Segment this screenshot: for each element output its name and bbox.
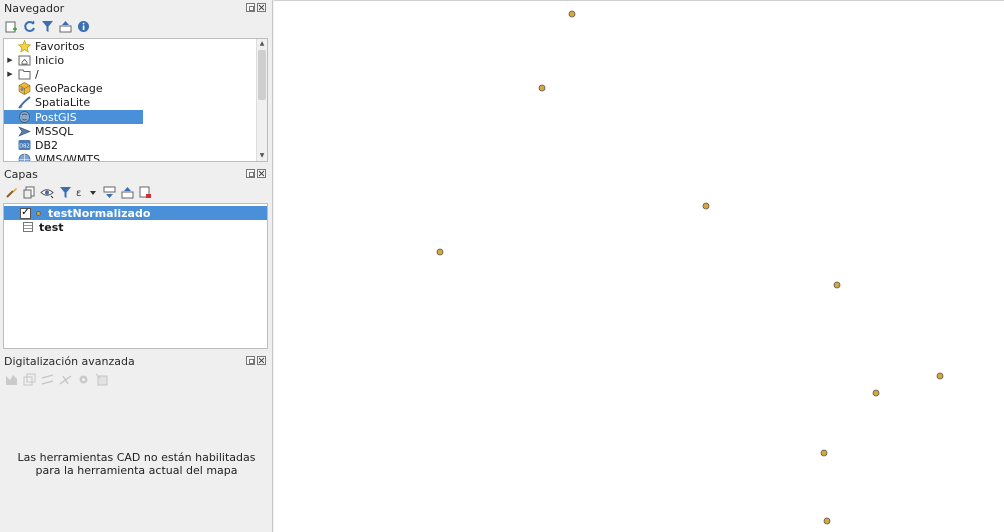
browser-item-label: / [35,67,39,81]
cad-disabled-message: Las herramientas CAD no están habilitada… [17,451,256,477]
map-point-feature[interactable] [872,389,880,397]
floater-icon[interactable] [94,372,108,386]
float-panel-button[interactable] [246,356,255,365]
layer-name: testNormalizado [48,206,151,220]
browser-item-label: Favoritos [35,39,85,53]
map-point-feature[interactable] [702,202,710,210]
layer-visibility-checkbox[interactable]: ✓ [20,207,31,219]
enable-cad-icon[interactable] [4,372,18,386]
layer-row-testnormalizado[interactable]: ✓ testNormalizado [4,206,267,220]
float-panel-button[interactable] [246,169,255,178]
browser-item-label: SpatiaLite [35,96,91,110]
layer-name: test [39,220,64,234]
close-panel-button[interactable] [257,356,266,365]
browser-item-label: DB2 [35,138,59,152]
point-symbol-icon [36,210,41,216]
browser-item-favoritos[interactable]: Favoritos [4,39,267,53]
browser-item-inicio[interactable]: ▶ Inicio [4,53,267,67]
browser-toolbar [4,19,90,33]
construction-mode-icon[interactable] [22,372,36,386]
add-layer-icon[interactable] [4,19,18,33]
map-point-feature[interactable] [436,248,444,256]
browser-item-label: GeoPackage [35,82,103,96]
spatialite-icon [16,96,32,109]
browser-item-postgis[interactable]: PostGIS [4,109,143,125]
browser-panel-title: Navegador [4,2,65,15]
collapse-all-icon[interactable] [120,185,134,199]
browser-item-root[interactable]: ▶ / [4,67,267,81]
map-point-feature[interactable] [823,517,831,525]
browser-item-label: Inicio [35,53,65,67]
map-points-layer [436,10,944,525]
expression-filter-icon[interactable]: ε [76,185,98,199]
browser-tree[interactable]: Favoritos ▶ Inicio ▶ / GeoPackage Spatia… [3,38,268,162]
map-point-feature[interactable] [568,10,576,18]
expand-arrow-icon[interactable]: ▶ [4,70,16,78]
filter-layer-icon[interactable] [58,185,72,199]
remove-layer-icon[interactable] [138,185,152,199]
left-dock: Navegador Favoritos ▶ Inicio ▶ / GeoPack… [0,0,273,532]
browser-item-geopackage[interactable]: GeoPackage [4,82,267,96]
filter-icon[interactable] [40,19,54,33]
digitizing-panel-controls [246,356,266,365]
home-folder-icon [16,54,32,67]
map-point-feature[interactable] [820,449,828,457]
close-panel-button[interactable] [257,3,266,12]
db2-icon: DB2 [16,139,32,152]
browser-item-mssql[interactable]: MSSQL [4,124,267,138]
scroll-down-icon[interactable]: ▼ [257,151,267,161]
browser-item-spatialite[interactable]: SpatiaLite [4,96,267,110]
scroll-up-icon[interactable]: ▲ [257,39,267,49]
layers-panel-title: Capas [4,168,38,181]
collapse-all-icon[interactable] [58,19,72,33]
browser-item-label: WMS/WMTS [35,153,101,162]
star-icon [16,39,32,53]
map-point-feature[interactable] [833,281,841,289]
layer-row-test[interactable]: test [4,220,267,234]
perpendicular-icon[interactable] [58,372,72,386]
browser-item-label: MSSQL [35,124,74,138]
mssql-icon [16,125,32,138]
parallel-icon[interactable] [40,372,54,386]
browser-item-label: PostGIS [35,110,77,124]
info-icon[interactable] [76,19,90,33]
wms-icon [16,153,32,161]
add-group-icon[interactable] [22,185,36,199]
visibility-icon[interactable] [40,185,54,199]
browser-item-db2[interactable]: DB2 DB2 [4,138,267,152]
close-panel-button[interactable] [257,169,266,178]
browser-panel-controls [246,3,266,12]
refresh-icon[interactable] [22,19,36,33]
float-panel-button[interactable] [246,3,255,12]
browser-scrollbar[interactable]: ▲ ▼ [256,39,267,161]
layers-tree[interactable]: ✓ testNormalizado test [3,203,268,349]
postgis-icon [16,110,32,124]
folder-icon [16,68,32,81]
layers-panel-controls [246,169,266,178]
svg-text:ε: ε [76,188,81,199]
svg-text:DB2: DB2 [19,144,29,150]
layers-toolbar: ε [4,185,152,199]
style-icon[interactable] [4,185,18,199]
settings-gear-icon[interactable] [76,372,90,386]
geopackage-icon [16,82,32,95]
digitizing-toolbar [4,372,108,386]
map-point-feature[interactable] [936,372,944,380]
map-point-feature[interactable] [538,84,546,92]
map-canvas[interactable] [274,0,1004,532]
expand-arrow-icon[interactable]: ▶ [4,56,16,64]
table-icon [23,222,33,232]
browser-item-wms-wmts[interactable]: WMS/WMTS [4,153,267,162]
expand-all-icon[interactable] [102,185,116,199]
scrollbar-thumb[interactable] [258,50,266,100]
digitizing-panel-title: Digitalización avanzada [4,355,135,368]
